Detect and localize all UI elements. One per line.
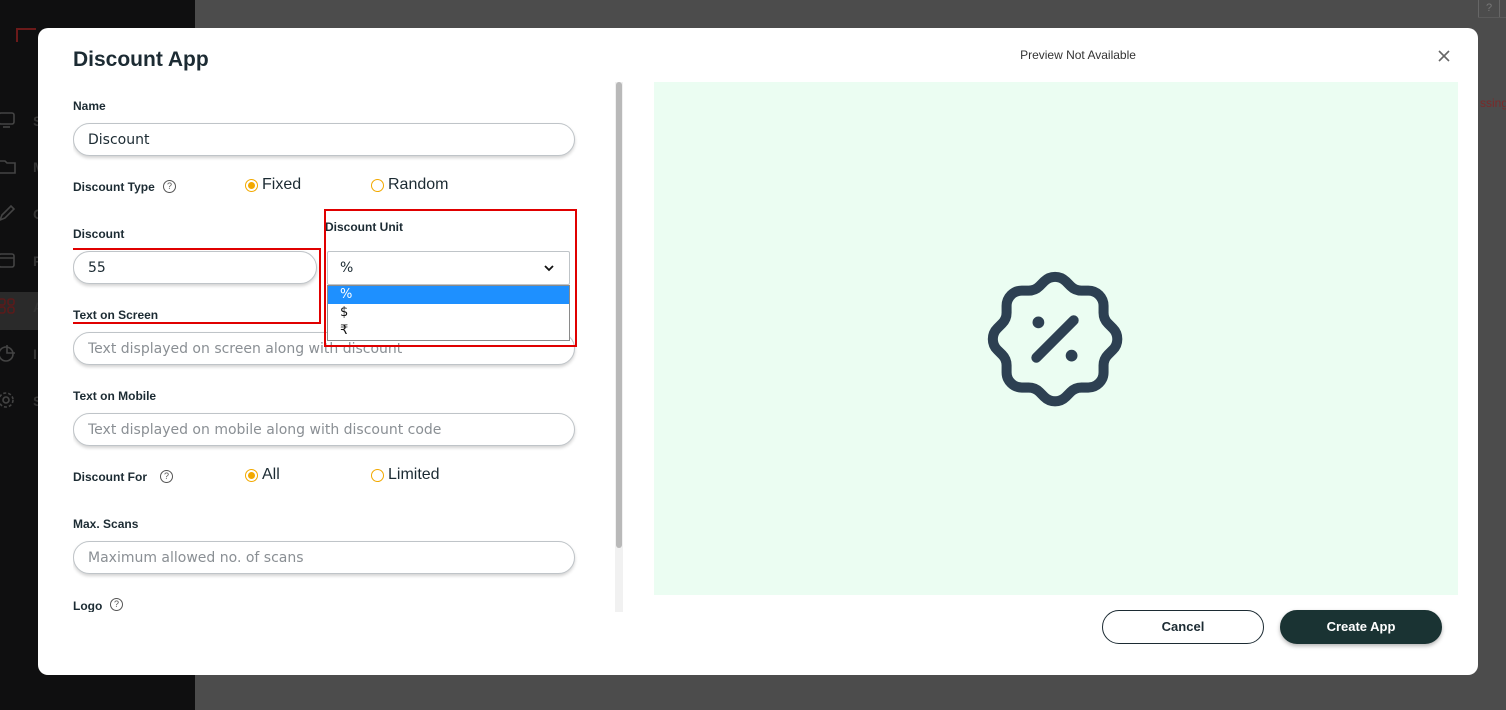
cancel-button[interactable]: Cancel bbox=[1102, 610, 1264, 644]
name-input[interactable] bbox=[73, 123, 575, 156]
folder-icon bbox=[0, 160, 16, 174]
apps-icon bbox=[0, 298, 15, 314]
background-nav-item: C bbox=[0, 199, 43, 229]
max-scans-input[interactable] bbox=[73, 541, 575, 574]
discount-for-all-radio[interactable]: All bbox=[245, 466, 280, 484]
logo-label: Logo bbox=[73, 599, 103, 612]
discount-badge-icon bbox=[987, 271, 1123, 407]
radio-selected-icon bbox=[245, 468, 258, 482]
modal-title: Discount App bbox=[73, 48, 209, 71]
dropdown-option-rupee[interactable]: ₹ bbox=[328, 322, 569, 340]
background-divider bbox=[1478, 17, 1506, 18]
text-on-mobile-label: Text on Mobile bbox=[73, 389, 157, 403]
radio-unselected-icon bbox=[371, 178, 384, 192]
discount-for-limited-radio[interactable]: Limited bbox=[371, 466, 440, 484]
background-nav-item: M bbox=[0, 152, 45, 182]
radio-label: Limited bbox=[388, 466, 440, 483]
radio-label: Random bbox=[388, 176, 449, 193]
create-app-modal: Discount App Preview Not Available Name … bbox=[38, 28, 1478, 675]
name-label: Name bbox=[73, 99, 106, 113]
preview-note: Preview Not Available bbox=[1020, 48, 1136, 62]
create-app-button[interactable]: Create App bbox=[1280, 610, 1442, 644]
background-nav-item: A bbox=[0, 292, 43, 322]
close-button[interactable] bbox=[1434, 46, 1454, 66]
text-on-screen-label: Text on Screen bbox=[73, 308, 159, 322]
background-nav-item: S bbox=[0, 106, 42, 136]
discount-type-fixed-radio[interactable]: Fixed bbox=[245, 176, 301, 194]
max-scans-label: Max. Scans bbox=[73, 517, 139, 531]
background-nav-item: I bbox=[0, 339, 40, 369]
help-icon[interactable]: ? bbox=[110, 598, 123, 611]
background-logo bbox=[16, 28, 36, 42]
text-on-mobile-input[interactable] bbox=[73, 413, 575, 446]
dropdown-option-dollar[interactable]: $ bbox=[328, 304, 569, 322]
edit-icon bbox=[0, 204, 16, 221]
background-nav-item: S bbox=[0, 386, 42, 416]
pie-chart-icon bbox=[0, 345, 15, 362]
background-status-text: ssing bbox=[1480, 96, 1506, 110]
radio-unselected-icon bbox=[371, 468, 384, 482]
app-form: Name Discount Type ? Fixed Random Discou… bbox=[73, 82, 623, 612]
dropdown-option-percent[interactable]: % bbox=[328, 286, 569, 304]
background-nav-item: P bbox=[0, 246, 42, 276]
help-icon[interactable]: ? bbox=[163, 180, 176, 193]
background-nav-label: I bbox=[33, 346, 37, 362]
radio-label: Fixed bbox=[262, 176, 302, 193]
discount-label: Discount bbox=[73, 227, 125, 241]
discount-for-label: Discount For bbox=[73, 470, 147, 484]
radio-selected-icon bbox=[245, 178, 258, 192]
close-icon bbox=[1438, 50, 1450, 62]
discount-input[interactable] bbox=[73, 251, 317, 284]
discount-unit-selected-value: % bbox=[340, 260, 354, 276]
calendar-icon bbox=[0, 253, 15, 268]
discount-type-random-radio[interactable]: Random bbox=[371, 176, 448, 194]
monitor-icon bbox=[0, 112, 15, 128]
background-help-button: ? bbox=[1478, 0, 1500, 18]
help-icon[interactable]: ? bbox=[160, 470, 173, 483]
gear-icon bbox=[0, 392, 14, 408]
discount-unit-dropdown: % $ ₹ bbox=[327, 285, 570, 341]
preview-panel bbox=[654, 82, 1458, 595]
discount-type-label: Discount Type bbox=[73, 180, 155, 194]
chevron-down-icon bbox=[544, 265, 554, 272]
form-scrollbar-thumb[interactable] bbox=[616, 82, 622, 548]
radio-label: All bbox=[262, 466, 280, 483]
discount-unit-select[interactable]: % bbox=[327, 251, 570, 285]
